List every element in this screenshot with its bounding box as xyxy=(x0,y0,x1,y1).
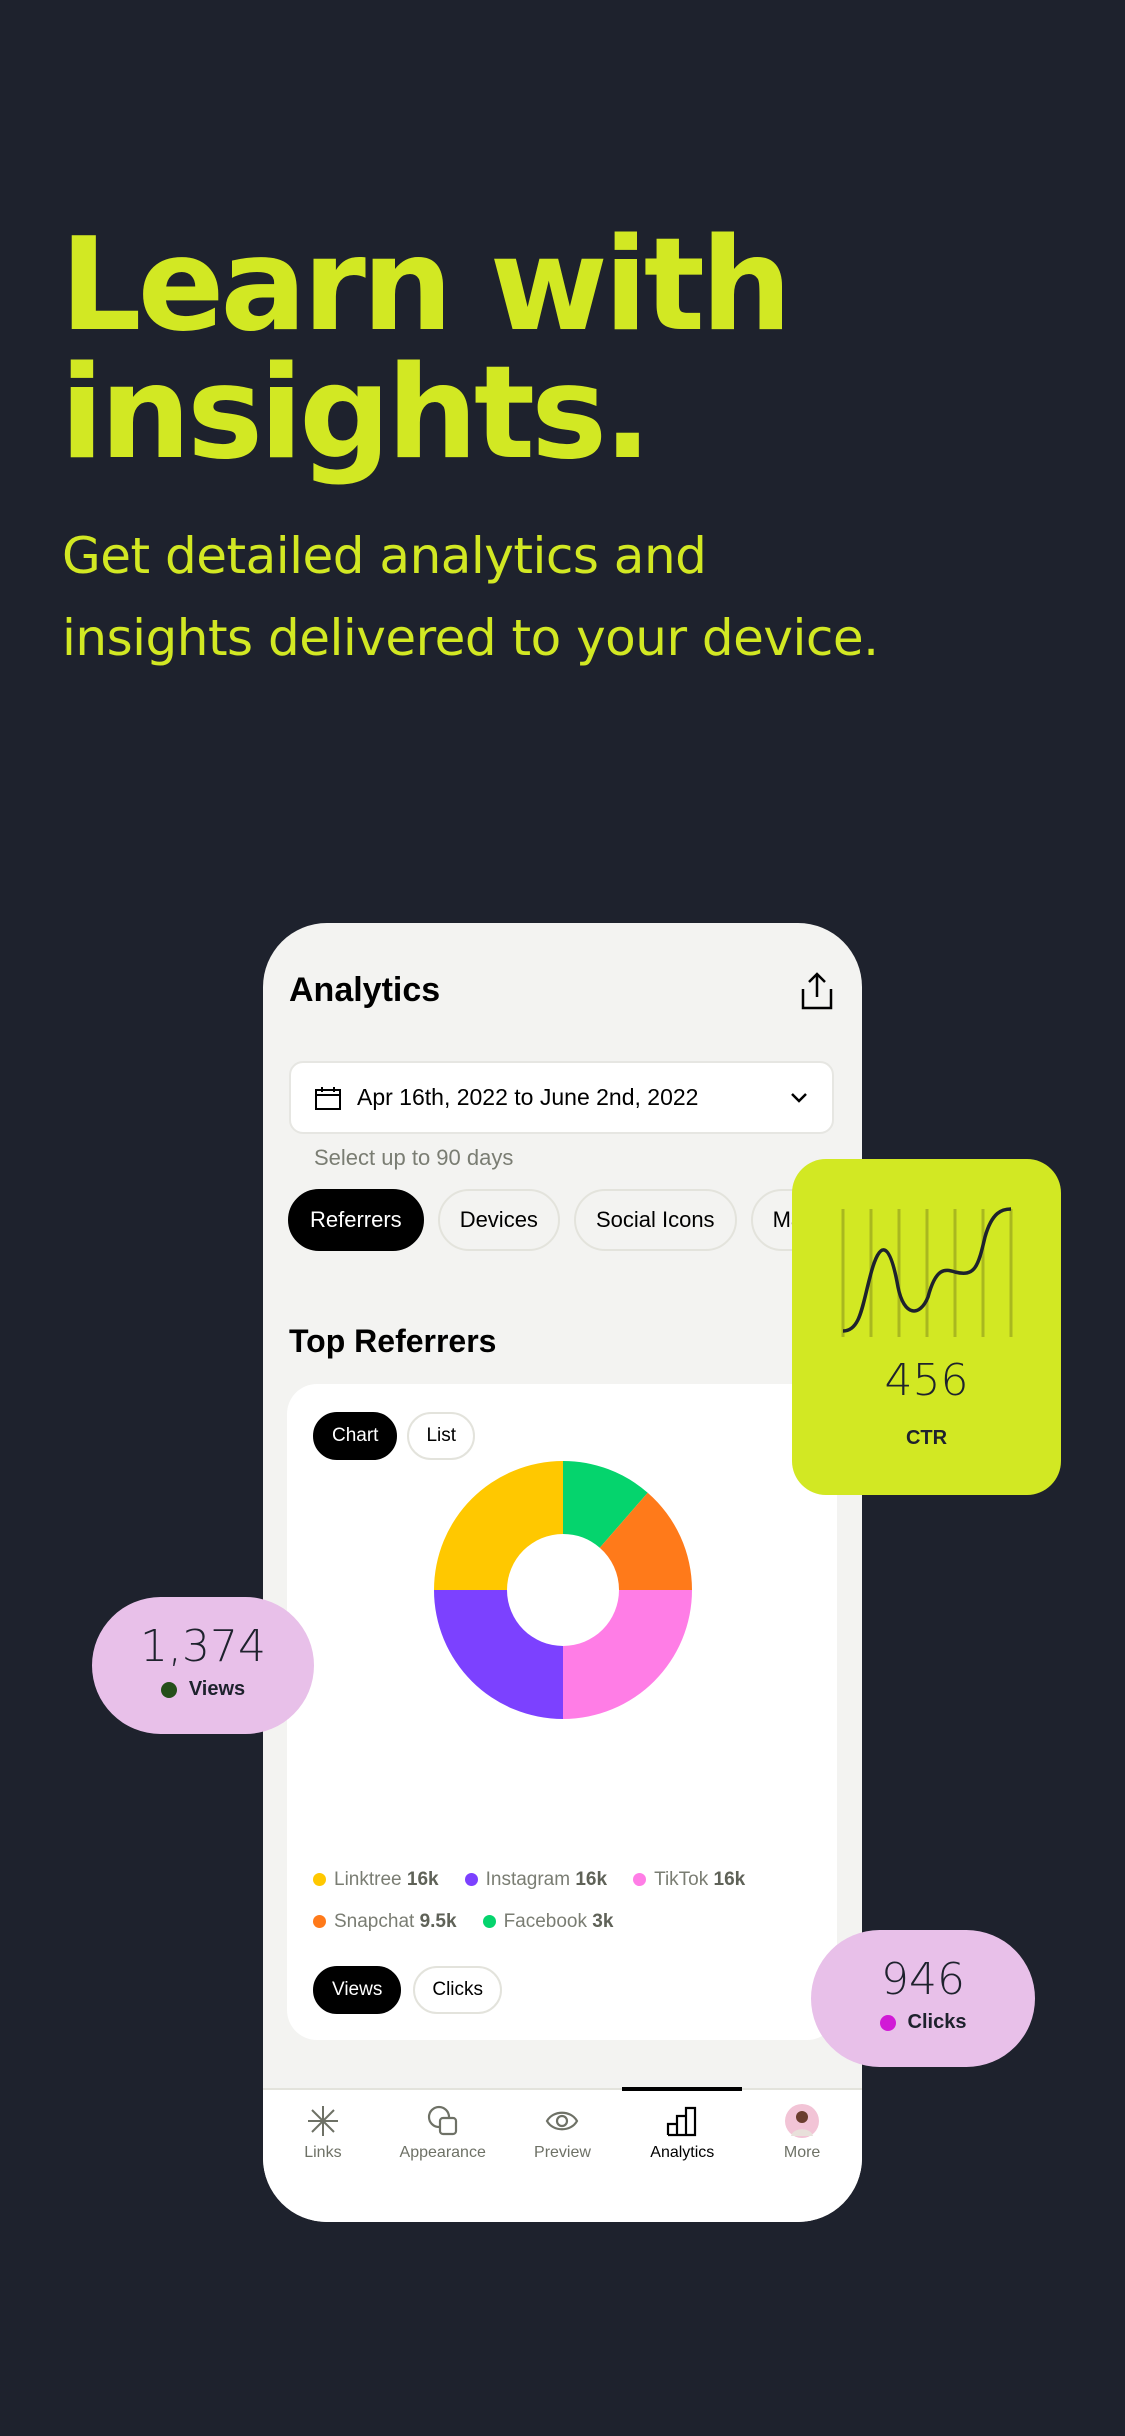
views-label: Views xyxy=(188,1678,246,1700)
subtitle-line-1: Get detailed analytics and xyxy=(62,527,707,585)
filter-tabs: Referrers Devices Social Icons Mai xyxy=(288,1189,831,1251)
views-toggle[interactable]: Views xyxy=(313,1966,402,2014)
nav-appearance[interactable]: Appearance xyxy=(383,2090,503,2222)
legend-snapchat: Snapchat 9.5k xyxy=(313,1911,457,1933)
nav-analytics[interactable]: Analytics xyxy=(622,2087,742,2222)
legend-row-1: Linktree 16k Instagram 16k TikTok 16k xyxy=(313,1869,745,1891)
bottom-nav: Links Appearance Preview Analytics More xyxy=(263,2087,862,2222)
tab-referrers[interactable]: Referrers xyxy=(288,1189,424,1251)
bar-chart-icon xyxy=(667,2106,697,2137)
ctr-label: CTR xyxy=(905,1427,948,1449)
donut-chart xyxy=(434,1461,692,1719)
tab-social-icons[interactable]: Social Icons xyxy=(573,1189,737,1251)
tab-devices[interactable]: Devices xyxy=(437,1189,560,1251)
clicks-card: 946 Clicks xyxy=(811,1930,1035,2067)
section-title: Top Referrers xyxy=(289,1323,497,1359)
legend-instagram: Instagram 16k xyxy=(464,1869,607,1891)
clicks-label: Clicks xyxy=(907,2011,967,2033)
date-hint: Select up to 90 days xyxy=(314,1145,514,1170)
shapes-icon xyxy=(427,2105,457,2136)
referrers-card: Chart List Linktree 16k Instagram 16k Ti… xyxy=(287,1384,837,2040)
chart-toggle[interactable]: Chart xyxy=(313,1412,398,1460)
slice-instagram xyxy=(434,1590,563,1719)
clicks-toggle[interactable]: Clicks xyxy=(413,1966,503,2014)
phone-screen: Analytics Apr 16th, 2022 to June 2nd, 20… xyxy=(263,923,862,2222)
slice-linktree xyxy=(434,1461,563,1590)
chevron-down-icon xyxy=(791,1092,807,1103)
legend-linktree: Linktree 16k xyxy=(313,1869,439,1891)
clicks-value: 946 xyxy=(881,1954,965,2005)
subtitle: Get detailed analytics and insights deli… xyxy=(62,515,879,679)
ctr-card: 456 CTR xyxy=(792,1159,1061,1495)
ctr-value: 456 xyxy=(884,1355,969,1406)
slice-tiktok xyxy=(563,1590,692,1719)
legend-row-2: Snapchat 9.5k Facebook 3k xyxy=(313,1911,613,1933)
views-card: 1,374 Views xyxy=(92,1597,314,1734)
nav-preview[interactable]: Preview xyxy=(503,2090,623,2222)
headline: Learn with insights. xyxy=(60,211,792,488)
ctr-sparkline xyxy=(841,1207,1013,1337)
asterisk-icon xyxy=(307,2106,338,2136)
nav-links[interactable]: Links xyxy=(263,2090,383,2222)
headline-line-1: Learn with xyxy=(60,211,792,360)
calendar-icon xyxy=(315,1086,341,1110)
date-range-value: Apr 16th, 2022 to June 2nd, 2022 xyxy=(357,1084,699,1110)
avatar xyxy=(785,2104,820,2138)
legend-facebook: Facebook 3k xyxy=(482,1911,613,1933)
eye-icon xyxy=(546,2111,579,2131)
page-title: Analytics xyxy=(289,971,441,1009)
headline-line-2: insights. xyxy=(60,339,652,488)
views-value: 1,374 xyxy=(140,1621,266,1672)
nav-more[interactable]: More xyxy=(742,2090,862,2222)
share-icon[interactable] xyxy=(799,971,835,1011)
legend-tiktok: TikTok 16k xyxy=(633,1869,745,1891)
list-toggle[interactable]: List xyxy=(407,1412,476,1460)
date-range-picker[interactable]: Apr 16th, 2022 to June 2nd, 2022 xyxy=(289,1061,834,1134)
subtitle-line-2: insights delivered to your device. xyxy=(62,609,879,667)
